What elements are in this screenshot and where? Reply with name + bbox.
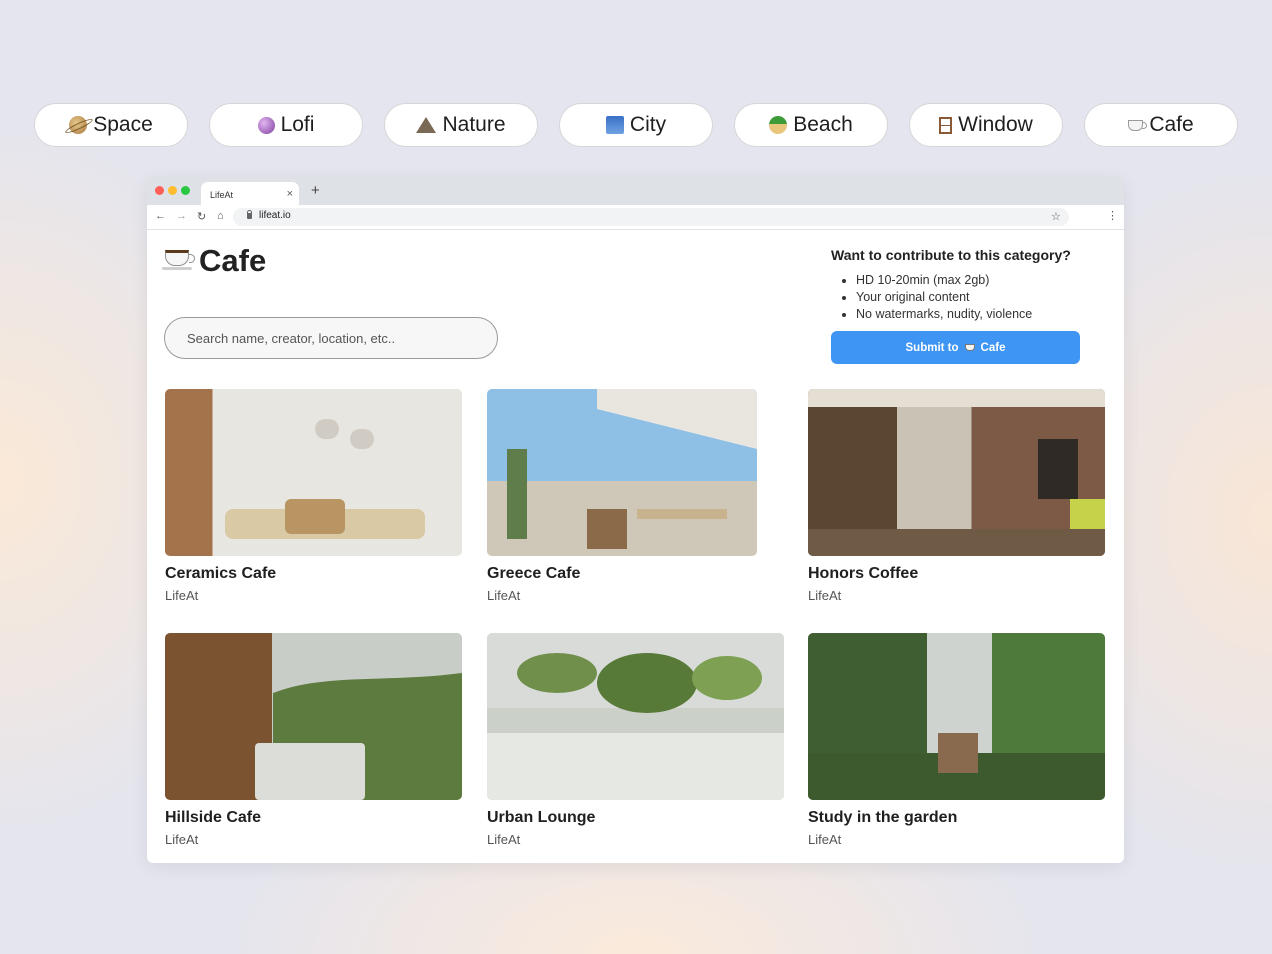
category-label: Nature <box>442 113 506 136</box>
video-card[interactable]: Ceramics Cafe LifeAt <box>165 389 462 603</box>
bookmark-star-icon[interactable]: ☆ <box>1051 210 1061 223</box>
contribute-heading: Want to contribute to this category? <box>831 247 1071 263</box>
forward-icon[interactable]: → <box>176 210 187 222</box>
submit-label: Submit to <box>905 341 959 354</box>
video-card[interactable]: Greece Cafe LifeAt <box>487 389 757 603</box>
thumbnail-image <box>487 389 757 556</box>
new-tab-icon[interactable]: + <box>311 182 320 199</box>
video-card[interactable]: Urban Lounge LifeAt <box>487 633 784 847</box>
category-pill-lofi[interactable]: Lofi <box>209 103 363 147</box>
ringed-planet-icon <box>69 116 88 134</box>
cityscape-icon <box>605 116 624 134</box>
submit-category: Cafe <box>980 341 1006 354</box>
card-creator: LifeAt <box>808 588 842 603</box>
crystal-ball-icon <box>257 116 275 134</box>
card-title: Study in the garden <box>808 809 958 826</box>
maximize-window-button[interactable] <box>181 186 190 195</box>
mountain-icon <box>416 117 437 133</box>
card-creator: LifeAt <box>808 832 842 847</box>
submit-button[interactable]: Submit to Cafe <box>831 331 1080 364</box>
thumbnail-image <box>808 389 1105 556</box>
search-input[interactable] <box>164 317 498 359</box>
desert-island-icon <box>769 116 788 134</box>
card-title: Urban Lounge <box>487 809 596 826</box>
contribute-requirements: HD 10-20min (max 2gb) Your original cont… <box>842 272 1032 323</box>
video-card[interactable]: Hillside Cafe LifeAt <box>165 633 462 847</box>
category-label: Cafe <box>1149 113 1194 136</box>
thumbnail-image <box>487 633 784 800</box>
browser-menu-icon[interactable]: ⋮ <box>1107 209 1118 222</box>
card-title: Hillside Cafe <box>165 809 262 826</box>
url-text: lifeat.io <box>259 210 291 221</box>
card-title: Ceramics Cafe <box>165 565 277 582</box>
requirement-item: Your original content <box>856 289 1032 306</box>
category-label: Space <box>93 113 153 136</box>
category-pill-nature[interactable]: Nature <box>384 103 538 147</box>
page-title: Cafe <box>162 243 267 279</box>
category-pill-beach[interactable]: Beach <box>734 103 888 147</box>
coffee-cup-icon <box>1128 119 1148 131</box>
card-creator: LifeAt <box>165 588 199 603</box>
close-window-button[interactable] <box>155 186 164 195</box>
card-creator: LifeAt <box>165 832 199 847</box>
card-title: Greece Cafe <box>487 565 581 582</box>
back-icon[interactable]: ← <box>155 210 166 222</box>
video-card[interactable]: Honors Coffee LifeAt <box>808 389 1105 603</box>
category-pill-city[interactable]: City <box>559 103 713 147</box>
thumbnail-image <box>165 389 462 556</box>
category-label: Beach <box>793 113 853 136</box>
lock-icon <box>247 210 252 219</box>
reload-icon[interactable]: ↻ <box>197 210 206 223</box>
tab-title: LifeAt <box>210 190 234 200</box>
tab-bar: LifeAt × + <box>147 177 1124 205</box>
thumbnail-image <box>808 633 1105 800</box>
card-title: Honors Coffee <box>808 565 919 582</box>
category-bar: Space Lofi Nature City Beach Window Cafe <box>0 0 1272 200</box>
requirement-item: No watermarks, nudity, violence <box>856 306 1032 323</box>
category-label: Lofi <box>280 113 315 136</box>
card-creator: LifeAt <box>487 588 521 603</box>
home-icon[interactable]: ⌂ <box>217 210 224 222</box>
page-title-text: Cafe <box>199 243 267 278</box>
category-label: Window <box>958 113 1033 136</box>
category-pill-window[interactable]: Window <box>909 103 1063 147</box>
requirement-item: HD 10-20min (max 2gb) <box>856 272 1032 289</box>
close-tab-icon[interactable]: × <box>287 188 293 200</box>
card-creator: LifeAt <box>487 832 521 847</box>
address-bar: ← → ↻ ⌂ lifeat.io ☆ ⋮ <box>147 205 1124 230</box>
browser-tab[interactable]: LifeAt × <box>201 182 299 205</box>
thumbnail-image <box>165 633 462 800</box>
category-pill-cafe[interactable]: Cafe <box>1084 103 1238 147</box>
category-pill-space[interactable]: Space <box>34 103 188 147</box>
category-label: City <box>629 113 667 136</box>
url-field[interactable] <box>233 208 1069 226</box>
minimize-window-button[interactable] <box>168 186 177 195</box>
window-icon <box>939 116 953 134</box>
browser-window: LifeAt × + ← → ↻ ⌂ lifeat.io ☆ ⋮ Cafe Wa… <box>147 177 1124 863</box>
coffee-cup-icon <box>162 250 195 270</box>
coffee-cup-icon <box>964 344 975 351</box>
video-card[interactable]: Study in the garden LifeAt <box>808 633 1105 847</box>
